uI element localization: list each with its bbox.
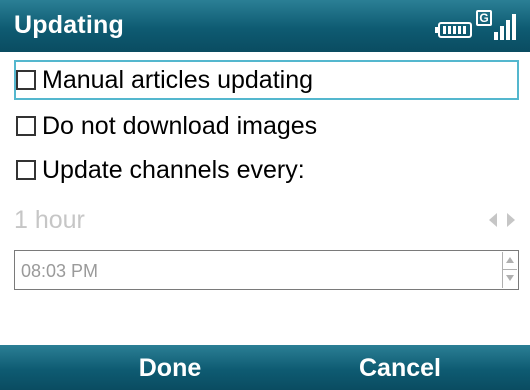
checkbox[interactable] xyxy=(16,70,36,90)
arrow-right-icon[interactable] xyxy=(507,213,515,227)
spin-down-icon[interactable] xyxy=(503,270,517,287)
option-update-channels-every[interactable]: Update channels every: xyxy=(16,150,305,190)
option-manual-articles-updating[interactable]: Manual articles updating xyxy=(16,60,313,100)
signal-strength-icon xyxy=(494,14,516,40)
option-do-not-download-images[interactable]: Do not download images xyxy=(16,106,317,146)
done-button[interactable]: Done xyxy=(80,354,260,383)
time-spinner[interactable] xyxy=(502,252,517,288)
cancel-button[interactable]: Cancel xyxy=(310,354,490,383)
option-label: Update channels every: xyxy=(42,155,305,184)
network-g-icon: G xyxy=(476,10,492,26)
status-icons: G xyxy=(435,8,518,44)
battery-icon xyxy=(435,22,472,38)
title-bar: Updating G xyxy=(0,0,530,52)
softkey-bar: Done Cancel xyxy=(0,345,530,390)
update-interval-picker[interactable]: 1 hour xyxy=(14,200,519,240)
arrow-left-icon[interactable] xyxy=(489,213,497,227)
time-field[interactable]: 08:03 PM xyxy=(14,250,519,290)
interval-arrows[interactable] xyxy=(489,213,515,227)
option-label: Do not download images xyxy=(42,111,318,140)
checkbox[interactable] xyxy=(16,160,36,180)
option-label: Manual articles updating xyxy=(42,65,313,94)
spin-up-icon[interactable] xyxy=(503,252,517,270)
time-value: 08:03 PM xyxy=(21,261,99,281)
checkbox[interactable] xyxy=(16,116,36,136)
screen-title: Updating xyxy=(14,11,124,39)
update-interval-value: 1 hour xyxy=(14,205,85,234)
